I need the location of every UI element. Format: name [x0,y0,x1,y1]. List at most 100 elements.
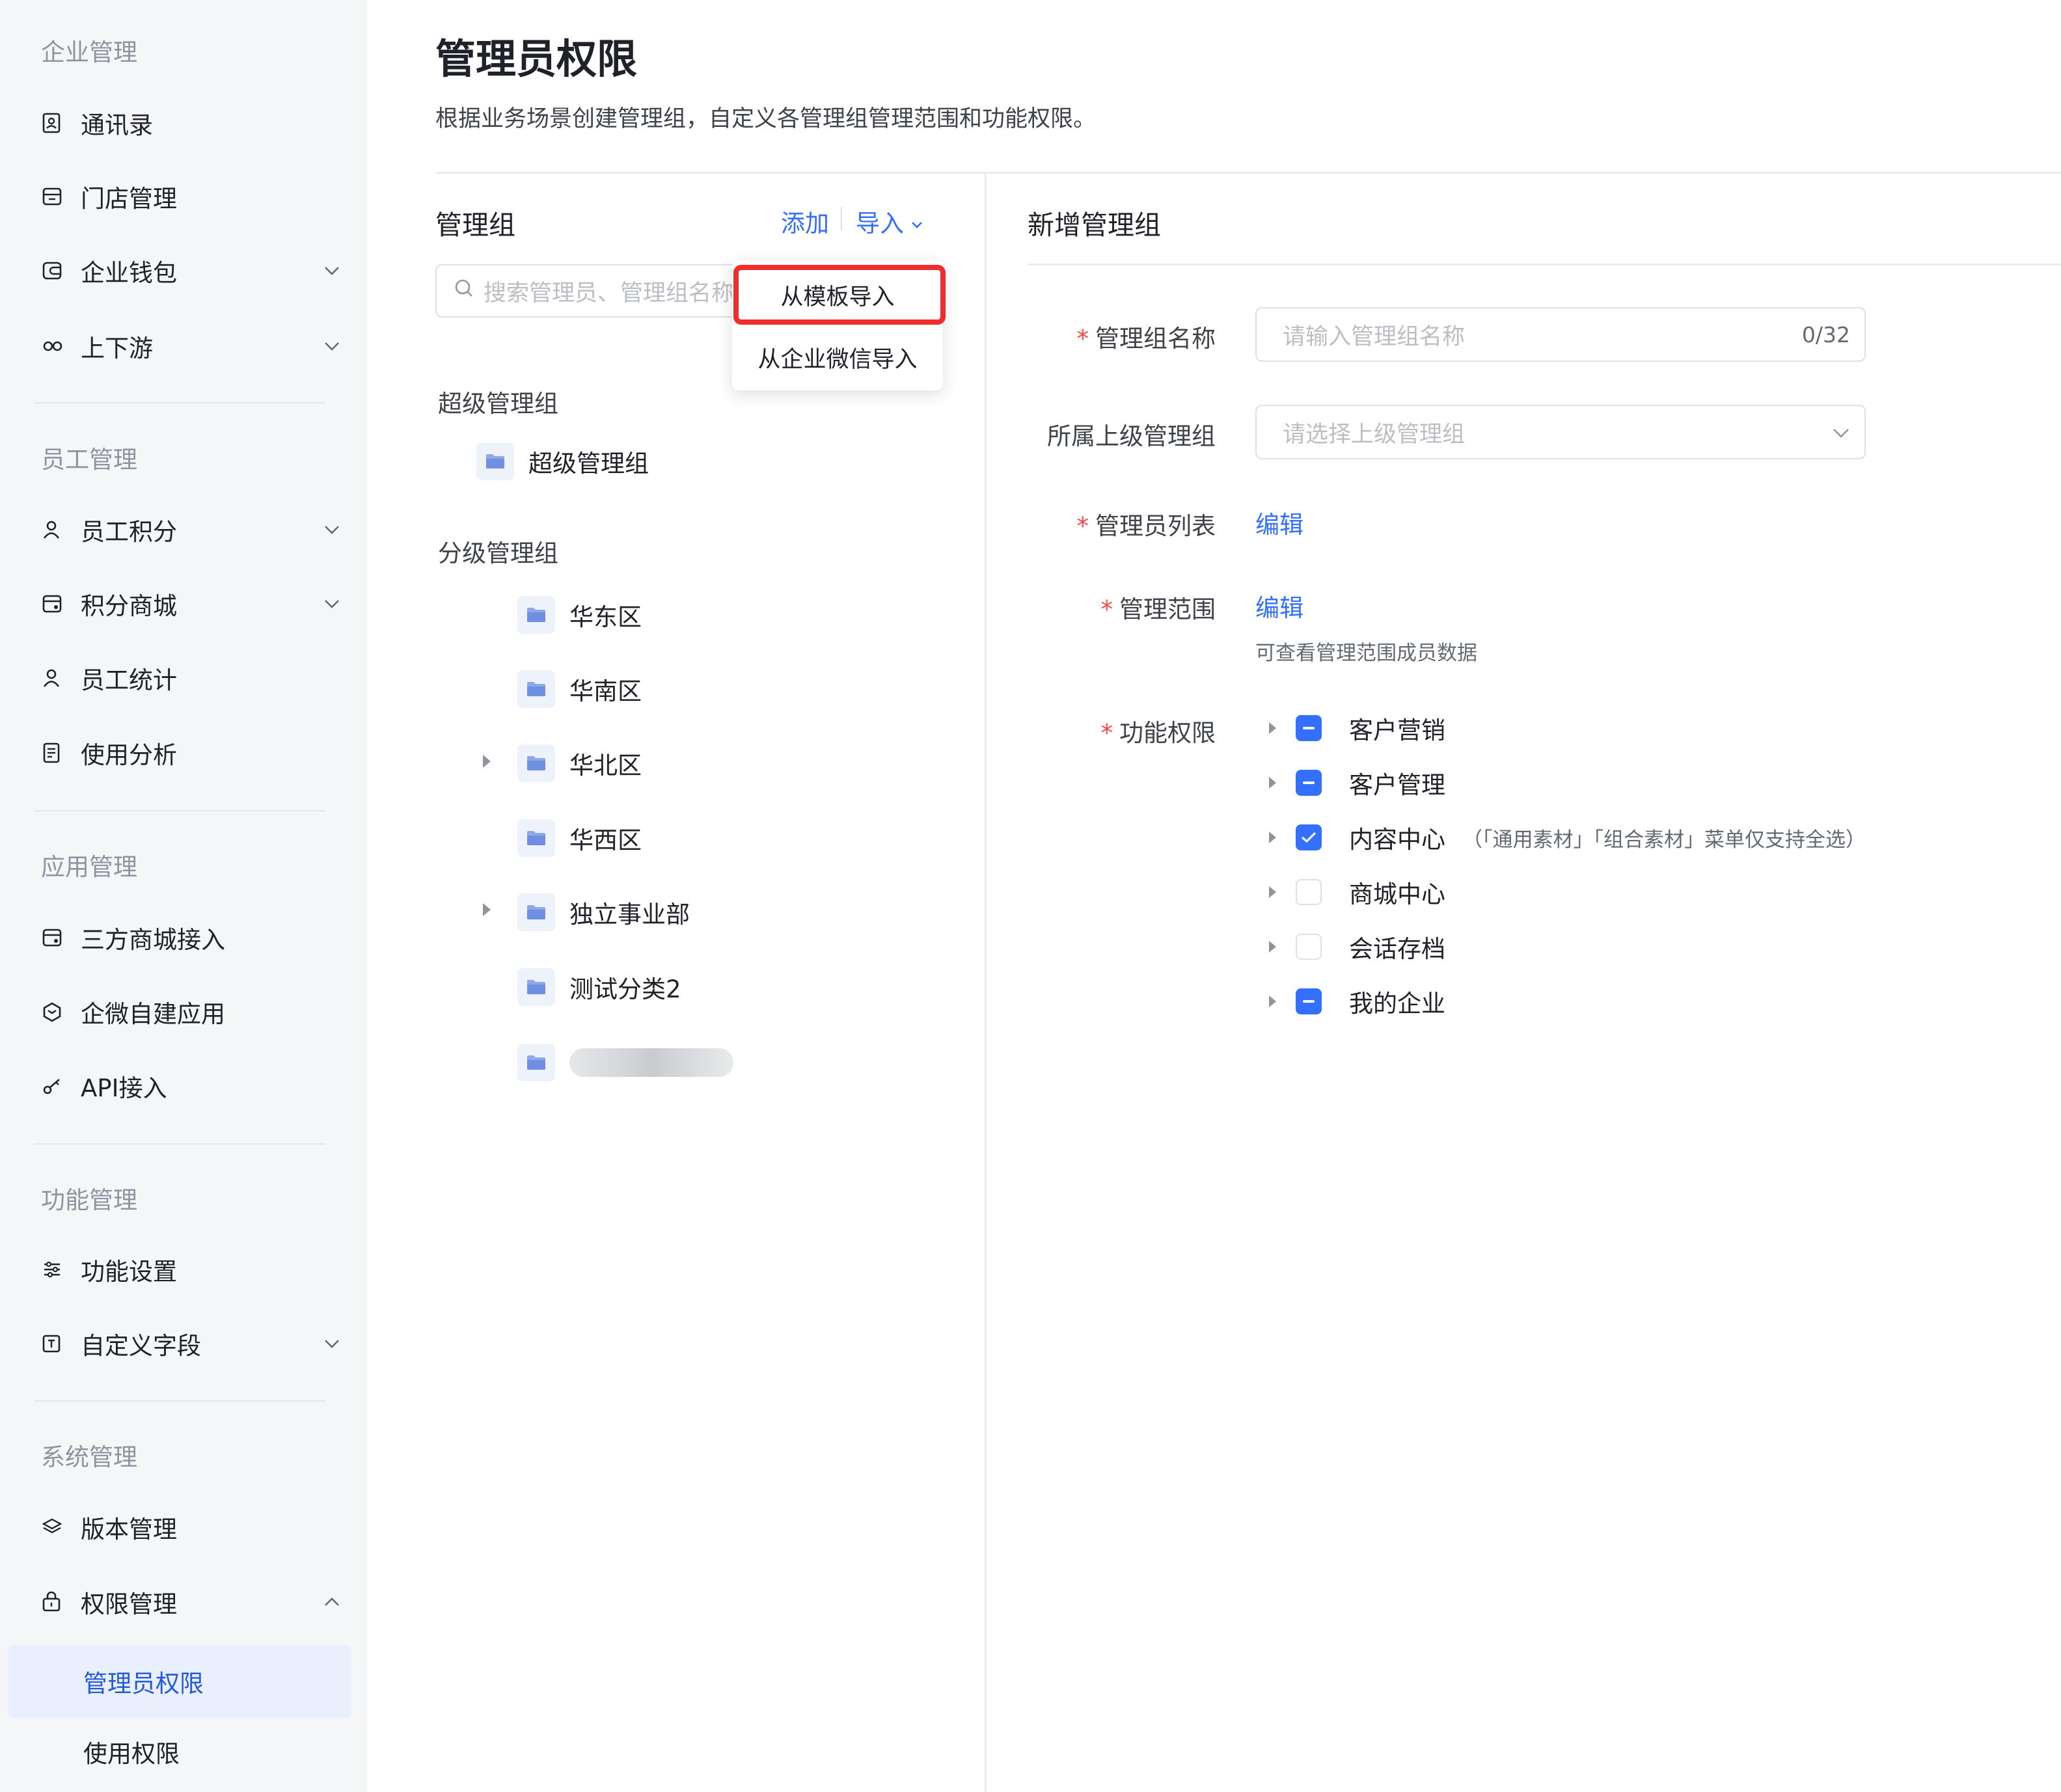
parent-group-label: 所属上级管理组 [1007,416,1216,452]
menu-item-import-wecom[interactable]: 从企业微信导入 [732,341,943,374]
edit-scope-link[interactable]: 编辑 [1255,588,1303,623]
tree-item-east[interactable]: 华东区 [517,596,642,634]
checkbox-checked[interactable] [1296,824,1322,850]
sidebar-item-permissions[interactable]: 权限管理 [8,1569,351,1635]
sidebar-item-upstream[interactable]: 上下游 [8,314,351,379]
header-divider [435,172,2061,174]
sidebar-item-contacts[interactable]: 通讯录 [8,90,351,156]
text-field-icon [42,1331,81,1357]
sidebar-section-title: 系统管理 [41,1443,137,1471]
sidebar-item-employee-stats[interactable]: 员工统计 [8,645,351,711]
label-text: 管理组名称 [1095,325,1216,353]
sidebar-item-wallet[interactable]: 企业钱包 [8,238,351,303]
sidebar-item-employee-points[interactable]: 员工积分 [8,497,351,562]
chevron-down-icon [312,1338,351,1349]
permission-row-customer-marketing[interactable]: 客户营销 [1269,711,1445,746]
parent-group-select[interactable]: 请选择上级管理组 [1255,405,1866,459]
tree-item-label: 华西区 [569,826,642,854]
checkbox-partial[interactable] [1296,770,1322,796]
permission-label: 会话存档 [1349,935,1445,963]
label-text: 功能权限 [1119,719,1216,747]
tree-item-redacted[interactable] [517,1044,733,1081]
scope-label: * 管理范围 [1007,590,1216,625]
permission-row-mall-center[interactable]: 商城中心 [1269,875,1445,910]
form-divider [1028,264,2061,265]
sidebar-item-custom-fields[interactable]: 自定义字段 [8,1311,351,1376]
search-placeholder: 搜索管理员、管理组名称 [484,280,735,306]
permission-label: 客户管理 [1349,771,1445,799]
contacts-icon [42,110,81,136]
add-group-button[interactable]: 添加 [781,204,829,239]
checkbox-unchecked[interactable] [1296,879,1322,905]
expand-arrow-icon[interactable] [483,755,491,768]
app-icon [42,999,81,1025]
permission-row-chat-archive[interactable]: 会话存档 [1269,929,1445,964]
permission-note: （「通用素材」「组合素材」菜单仅支持全选） [1462,828,1866,852]
expand-arrow-icon[interactable] [1269,777,1276,789]
checkbox-unchecked[interactable] [1296,934,1322,960]
required-asterisk: * [1100,719,1113,747]
sidebar-item-label: 自定义字段 [81,1332,201,1360]
sidebar-item-custom-app[interactable]: 企微自建应用 [8,979,351,1044]
expand-arrow-icon[interactable] [1269,832,1276,843]
sidebar-section-title: 员工管理 [41,446,137,474]
search-icon [454,278,474,305]
permission-row-customer-management[interactable]: 客户管理 [1269,765,1445,800]
tree-item-super-group[interactable]: 超级管理组 [476,442,649,480]
sidebar-divider [34,1143,325,1145]
expand-arrow-icon[interactable] [1269,722,1276,734]
tree-item-west[interactable]: 华西区 [517,819,642,857]
user-icon [42,665,81,691]
tree-item-label: 华北区 [569,752,642,780]
tree-item-label: 华南区 [569,677,642,705]
tree-item-label: 测试分类2 [569,975,681,1003]
form-title: 新增管理组 [1028,210,1161,241]
label-text: 所属上级管理组 [1047,422,1216,450]
folder-icon [517,596,555,634]
tree-item-south[interactable]: 华南区 [517,670,642,708]
import-label: 导入 [856,210,904,238]
checkbox-partial[interactable] [1296,988,1322,1014]
mall-icon [42,925,81,951]
permission-label: 内容中心 [1349,826,1445,854]
tree-item-test-category[interactable]: 测试分类2 [517,968,681,1006]
permission-row-my-enterprise[interactable]: 我的企业 [1269,984,1445,1019]
sidebar-item-points-mall[interactable]: 积分商城 [8,571,351,636]
expand-arrow-icon[interactable] [1269,941,1276,953]
folder-icon [476,442,514,480]
sub-group-heading: 分级管理组 [438,539,558,567]
tree-item-north[interactable]: 华北区 [517,744,642,782]
sidebar-item-label: 积分商城 [81,592,177,620]
group-name-input[interactable]: 请输入管理组名称 0/32 [1255,307,1866,362]
sidebar-item-label: 版本管理 [81,1515,177,1543]
permission-row-content-center[interactable]: 内容中心 （「通用素材」「组合素材」菜单仅支持全选） [1269,820,1866,855]
sidebar-item-label: 功能设置 [81,1258,177,1286]
search-input[interactable]: 搜索管理员、管理组名称 [435,264,741,318]
checkbox-partial[interactable] [1296,715,1322,741]
sidebar-item-usage-analysis[interactable]: 使用分析 [8,720,351,785]
import-button[interactable]: 导入 [856,204,923,239]
expand-arrow-icon[interactable] [483,903,491,916]
mall-icon [42,591,81,617]
sidebar-item-label: 员工统计 [81,666,177,694]
sidebar-item-admin-permissions[interactable]: 管理员权限 [8,1645,351,1718]
sidebar-item-store[interactable]: 门店管理 [8,164,351,229]
sidebar-item-api[interactable]: API接入 [8,1053,351,1119]
label-text: 管理范围 [1119,595,1216,623]
sidebar-item-usage-permissions[interactable]: 使用权限 [8,1719,351,1784]
sliders-icon [42,1256,81,1283]
sidebar-item-third-party-mall[interactable]: 三方商城接入 [8,905,351,970]
char-counter: 0/32 [1801,321,1850,347]
admin-list-label: * 管理员列表 [1007,506,1216,541]
sidebar-item-feature-settings[interactable]: 功能设置 [8,1237,351,1302]
tree-item-independent-division[interactable]: 独立事业部 [517,893,690,931]
folder-icon [517,819,555,857]
edit-admins-link[interactable]: 编辑 [1255,505,1303,540]
group-name-label: * 管理组名称 [1007,319,1216,354]
expand-arrow-icon[interactable] [1269,886,1276,898]
tree-item-label: 超级管理组 [528,450,649,478]
sidebar-item-label: 使用分析 [81,741,177,769]
chevron-down-icon [312,341,351,351]
expand-arrow-icon[interactable] [1269,996,1276,1007]
sidebar-item-version[interactable]: 版本管理 [8,1495,351,1560]
